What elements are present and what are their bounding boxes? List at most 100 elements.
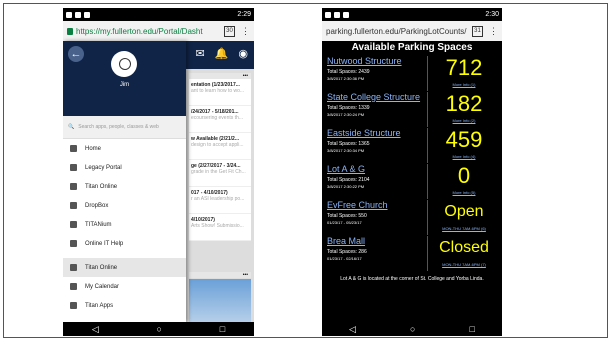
- browser-url-bar[interactable]: parking.fullerton.edu/ParkingLotCounts/ …: [322, 21, 502, 41]
- android-nav-bar: ◁ ○ □: [322, 322, 502, 336]
- dashboard-content: ••• entation (1/23/2017... ant to learn h…: [186, 69, 254, 322]
- lot-name-link[interactable]: Brea Mall: [327, 236, 365, 246]
- user-name: Jim: [119, 82, 130, 88]
- lot-available-count: 0: [457, 163, 471, 188]
- back-button[interactable]: ◁: [92, 324, 99, 335]
- menu-kebab-icon[interactable]: ⋮: [489, 26, 498, 37]
- status-time: 2:30: [485, 11, 499, 18]
- tabs-count-button[interactable]: 31: [472, 25, 483, 37]
- recent-apps-button[interactable]: □: [470, 324, 475, 334]
- left-phone: 2:29 https://my.fullerton.edu/Portal/Das…: [63, 8, 254, 336]
- more-info-link[interactable]: More Info (1): [429, 82, 499, 87]
- drawer-header: ← Jim: [63, 41, 186, 116]
- more-info-link[interactable]: More Info (2): [429, 118, 499, 123]
- sidebar-item-titan-online[interactable]: Titan Online: [63, 177, 186, 196]
- lot-name-link[interactable]: EvFree Church: [327, 200, 388, 210]
- browser-url-bar[interactable]: https://my.fullerton.edu/Portal/Dasht 30…: [63, 21, 254, 41]
- list-item[interactable]: 017 - 4/10/2017) r an ASI leadership po..…: [189, 187, 251, 214]
- lot-total: Total Spaces: 2439: [327, 69, 370, 75]
- lot-name-link[interactable]: State College Structure: [327, 92, 420, 102]
- search-icon: 🔍: [68, 124, 75, 130]
- lot-total: Total Spaces: 1365: [327, 141, 370, 147]
- lot-total: Total Spaces: 1339: [327, 105, 370, 111]
- page-title: Available Parking Spaces: [351, 42, 473, 53]
- search-placeholder: Search apps, people, classes & web: [78, 124, 159, 130]
- sidebar-item-home[interactable]: Home: [63, 139, 186, 158]
- lot-row: Nutwood Structure Total Spaces: 2439 3/8…: [327, 56, 499, 91]
- right-phone: 2:30 parking.fullerton.edu/ParkingLotCou…: [322, 8, 502, 336]
- lot-total: Total Spaces: 550: [327, 213, 367, 219]
- list-item[interactable]: w Available (2/21/2... design to accept a…: [189, 133, 251, 160]
- hours-link[interactable]: MON-THU 7AM-6PM (6): [429, 226, 499, 231]
- list-item[interactable]: ge (2/27/2017 - 3/24... grade in the Get …: [189, 160, 251, 187]
- list-item[interactable]: /24/2017 - 5/18/201... ecoursering events…: [189, 106, 251, 133]
- lock-icon: [67, 27, 73, 35]
- back-arrow-icon[interactable]: ←: [68, 46, 84, 62]
- sidebar-item-my-calendar[interactable]: My Calendar: [63, 277, 186, 296]
- hours-link[interactable]: MON-THU 7AM-6PM (7): [429, 262, 499, 267]
- notification-icon: [343, 11, 349, 18]
- card-icon: [70, 264, 77, 271]
- lot-row: Eastside Structure Total Spaces: 1365 3/…: [327, 128, 499, 163]
- sidebar-item-titanium[interactable]: TITANium: [63, 215, 186, 234]
- sidebar-item-online-it-help[interactable]: Online IT Help: [63, 234, 186, 253]
- sidebar-item-legacy-portal[interactable]: Legacy Portal: [63, 158, 186, 177]
- announcements-card: ••• entation (1/23/2017... ant to learn h…: [189, 73, 251, 241]
- lot-row: EvFree Church Total Spaces: 550 01/23/17…: [327, 200, 499, 235]
- lot-timestamp: 3/8/2017 2:30:22 PM: [327, 184, 365, 189]
- search-input[interactable]: 🔍 Search apps, people, classes & web: [63, 116, 186, 139]
- mail-icon[interactable]: ✉: [195, 47, 204, 60]
- list-item[interactable]: entation (1/23/2017... ant to learn how t…: [189, 79, 251, 106]
- nav-drawer: ← Jim 🔍 Search apps, people, classes & w…: [63, 41, 186, 322]
- recent-apps-button[interactable]: □: [220, 324, 225, 334]
- list-item[interactable]: 4/10/2017) Arts Show! Submissio...: [189, 214, 251, 241]
- url-text[interactable]: https://my.fullerton.edu/Portal/Dasht: [76, 27, 203, 36]
- palm-tree-photo: [189, 279, 251, 322]
- sidebar-item-dropbox[interactable]: DropBox: [63, 196, 186, 215]
- notification-icon: [84, 11, 90, 18]
- status-bar: 2:30: [322, 8, 502, 21]
- lot-name-link[interactable]: Lot A & G: [327, 164, 365, 174]
- url-text[interactable]: parking.fullerton.edu/ParkingLotCounts/: [326, 27, 467, 36]
- lot-row: Brea Mall Total Spaces: 286 01/23/17 - 0…: [327, 236, 499, 271]
- status-time: 2:29: [237, 11, 251, 18]
- lot-name-link[interactable]: Eastside Structure: [327, 128, 401, 138]
- card-more-icon[interactable]: •••: [189, 272, 251, 278]
- status-bar: 2:29: [63, 8, 254, 21]
- profile-icon[interactable]: ◉: [238, 47, 248, 60]
- lot-total: Total Spaces: 286: [327, 249, 367, 255]
- lot-status-closed: Closed: [439, 239, 489, 256]
- dropbox-icon: [70, 202, 77, 209]
- sidebar-item-titan-online-app[interactable]: Titan Online: [63, 258, 186, 277]
- parking-page: Available Parking Spaces Nutwood Structu…: [322, 41, 502, 282]
- notification-icon: [66, 11, 72, 18]
- lot-timestamp: 01/23/17 - 05/23/17: [327, 220, 362, 225]
- lot-name-link[interactable]: Nutwood Structure: [327, 56, 402, 66]
- lot-timestamp: 3/8/2017 2:30:34 PM: [327, 148, 365, 153]
- lot-available-count: 182: [445, 91, 483, 116]
- menu-kebab-icon[interactable]: ⋮: [241, 26, 250, 37]
- lot-timestamp: 01/23/17 - 02/16/17: [327, 256, 362, 261]
- home-button[interactable]: ○: [410, 324, 415, 334]
- apps-icon: [70, 302, 77, 309]
- more-info-link[interactable]: More Info (4): [429, 154, 499, 159]
- tabs-count-button[interactable]: 30: [224, 25, 235, 37]
- lot-timestamp: 3/8/2017 2:30:24 PM: [327, 112, 365, 117]
- lot-total: Total Spaces: 2104: [327, 177, 370, 183]
- more-info-link[interactable]: More Info (5): [429, 190, 499, 195]
- avatar[interactable]: [111, 51, 137, 77]
- lot-available-count: 459: [445, 127, 483, 152]
- lot-row: State College Structure Total Spaces: 13…: [327, 92, 499, 127]
- calendar-icon: [70, 283, 77, 290]
- notification-icon: [75, 11, 81, 18]
- sidebar-item-titan-apps[interactable]: Titan Apps: [63, 296, 186, 315]
- help-icon: [70, 240, 77, 247]
- back-button[interactable]: ◁: [349, 324, 356, 335]
- bell-icon[interactable]: 🔔: [215, 47, 229, 60]
- home-icon: [70, 145, 77, 152]
- home-button[interactable]: ○: [157, 324, 162, 334]
- notification-icon: [334, 11, 340, 18]
- footer-note: Lot A & G is located at the corner of St…: [340, 276, 484, 282]
- notification-icon: [325, 11, 331, 18]
- card-icon: [70, 183, 77, 190]
